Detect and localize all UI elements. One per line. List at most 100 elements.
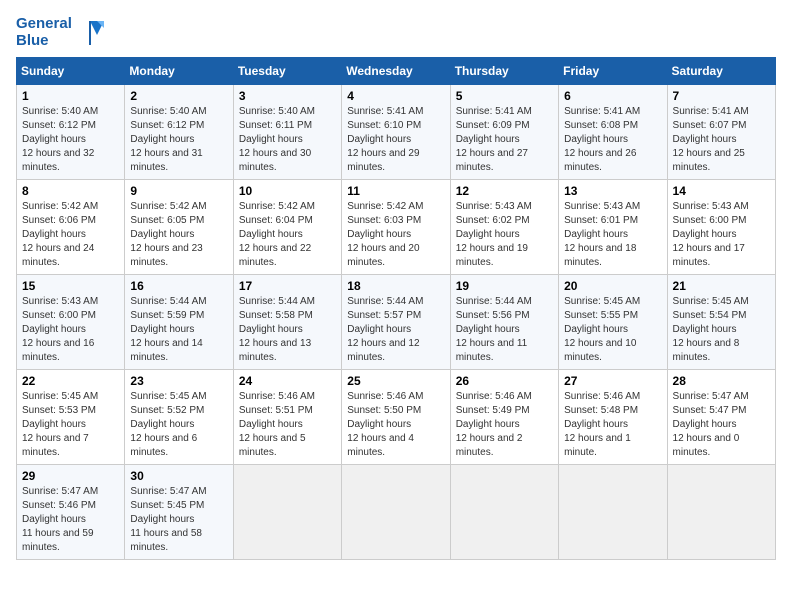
day-info: Sunrise: 5:41 AMSunset: 6:09 PMDaylight … xyxy=(456,106,532,173)
calendar-day-cell: 2 Sunrise: 5:40 AMSunset: 6:12 PMDayligh… xyxy=(125,85,233,180)
day-info: Sunrise: 5:46 AMSunset: 5:49 PMDaylight … xyxy=(456,391,532,458)
calendar-week-row: 8 Sunrise: 5:42 AMSunset: 6:06 PMDayligh… xyxy=(17,180,776,275)
calendar-day-cell: 15 Sunrise: 5:43 AMSunset: 6:00 PMDaylig… xyxy=(17,275,125,370)
day-info: Sunrise: 5:47 AMSunset: 5:46 PMDaylight … xyxy=(22,486,98,553)
day-info: Sunrise: 5:44 AMSunset: 5:56 PMDaylight … xyxy=(456,296,532,363)
calendar-day-cell: 12 Sunrise: 5:43 AMSunset: 6:02 PMDaylig… xyxy=(450,180,558,275)
calendar-day-cell: 6 Sunrise: 5:41 AMSunset: 6:08 PMDayligh… xyxy=(559,85,667,180)
calendar-day-cell xyxy=(342,465,450,560)
day-number: 14 xyxy=(673,184,770,198)
day-of-week-header: Friday xyxy=(559,58,667,85)
day-number: 25 xyxy=(347,374,444,388)
calendar-day-cell: 30 Sunrise: 5:47 AMSunset: 5:45 PMDaylig… xyxy=(125,465,233,560)
logo-wrapper: General Blue xyxy=(16,16,104,49)
calendar-day-cell: 21 Sunrise: 5:45 AMSunset: 5:54 PMDaylig… xyxy=(667,275,775,370)
day-info: Sunrise: 5:43 AMSunset: 6:01 PMDaylight … xyxy=(564,201,640,268)
day-info: Sunrise: 5:45 AMSunset: 5:54 PMDaylight … xyxy=(673,296,749,363)
calendar-day-cell: 24 Sunrise: 5:46 AMSunset: 5:51 PMDaylig… xyxy=(233,370,341,465)
day-of-week-header: Sunday xyxy=(17,58,125,85)
calendar-day-cell xyxy=(450,465,558,560)
day-number: 21 xyxy=(673,279,770,293)
calendar-day-cell: 25 Sunrise: 5:46 AMSunset: 5:50 PMDaylig… xyxy=(342,370,450,465)
day-number: 23 xyxy=(130,374,227,388)
day-number: 6 xyxy=(564,89,661,103)
day-number: 22 xyxy=(22,374,119,388)
day-info: Sunrise: 5:42 AMSunset: 6:05 PMDaylight … xyxy=(130,201,206,268)
day-info: Sunrise: 5:45 AMSunset: 5:52 PMDaylight … xyxy=(130,391,206,458)
day-info: Sunrise: 5:42 AMSunset: 6:04 PMDaylight … xyxy=(239,201,315,268)
day-info: Sunrise: 5:41 AMSunset: 6:08 PMDaylight … xyxy=(564,106,640,173)
day-number: 16 xyxy=(130,279,227,293)
day-info: Sunrise: 5:44 AMSunset: 5:58 PMDaylight … xyxy=(239,296,315,363)
day-info: Sunrise: 5:47 AMSunset: 5:45 PMDaylight … xyxy=(130,486,206,553)
calendar-day-cell: 5 Sunrise: 5:41 AMSunset: 6:09 PMDayligh… xyxy=(450,85,558,180)
calendar-day-cell: 11 Sunrise: 5:42 AMSunset: 6:03 PMDaylig… xyxy=(342,180,450,275)
calendar-day-cell: 18 Sunrise: 5:44 AMSunset: 5:57 PMDaylig… xyxy=(342,275,450,370)
calendar-day-cell: 20 Sunrise: 5:45 AMSunset: 5:55 PMDaylig… xyxy=(559,275,667,370)
calendar-day-cell: 7 Sunrise: 5:41 AMSunset: 6:07 PMDayligh… xyxy=(667,85,775,180)
day-info: Sunrise: 5:45 AMSunset: 5:55 PMDaylight … xyxy=(564,296,640,363)
calendar-day-cell: 16 Sunrise: 5:44 AMSunset: 5:59 PMDaylig… xyxy=(125,275,233,370)
day-info: Sunrise: 5:42 AMSunset: 6:03 PMDaylight … xyxy=(347,201,423,268)
calendar-week-row: 29 Sunrise: 5:47 AMSunset: 5:46 PMDaylig… xyxy=(17,465,776,560)
day-info: Sunrise: 5:40 AMSunset: 6:11 PMDaylight … xyxy=(239,106,315,173)
day-number: 29 xyxy=(22,469,119,483)
calendar-table: SundayMondayTuesdayWednesdayThursdayFrid… xyxy=(16,57,776,560)
day-of-week-header: Monday xyxy=(125,58,233,85)
day-number: 4 xyxy=(347,89,444,103)
day-number: 7 xyxy=(673,89,770,103)
day-number: 9 xyxy=(130,184,227,198)
page-header: General Blue xyxy=(16,16,776,49)
calendar-day-cell: 1 Sunrise: 5:40 AMSunset: 6:12 PMDayligh… xyxy=(17,85,125,180)
day-info: Sunrise: 5:41 AMSunset: 6:07 PMDaylight … xyxy=(673,106,749,173)
calendar-body: 1 Sunrise: 5:40 AMSunset: 6:12 PMDayligh… xyxy=(17,85,776,560)
day-number: 2 xyxy=(130,89,227,103)
days-of-week-row: SundayMondayTuesdayWednesdayThursdayFrid… xyxy=(17,58,776,85)
day-info: Sunrise: 5:40 AMSunset: 6:12 PMDaylight … xyxy=(22,106,98,173)
day-info: Sunrise: 5:42 AMSunset: 6:06 PMDaylight … xyxy=(22,201,98,268)
calendar-day-cell: 27 Sunrise: 5:46 AMSunset: 5:48 PMDaylig… xyxy=(559,370,667,465)
calendar-week-row: 22 Sunrise: 5:45 AMSunset: 5:53 PMDaylig… xyxy=(17,370,776,465)
day-info: Sunrise: 5:43 AMSunset: 6:02 PMDaylight … xyxy=(456,201,532,268)
day-info: Sunrise: 5:45 AMSunset: 5:53 PMDaylight … xyxy=(22,391,98,458)
day-of-week-header: Thursday xyxy=(450,58,558,85)
calendar-day-cell xyxy=(667,465,775,560)
day-number: 1 xyxy=(22,89,119,103)
day-number: 26 xyxy=(456,374,553,388)
day-info: Sunrise: 5:46 AMSunset: 5:50 PMDaylight … xyxy=(347,391,423,458)
day-of-week-header: Saturday xyxy=(667,58,775,85)
day-of-week-header: Wednesday xyxy=(342,58,450,85)
calendar-day-cell xyxy=(233,465,341,560)
day-info: Sunrise: 5:44 AMSunset: 5:57 PMDaylight … xyxy=(347,296,423,363)
day-info: Sunrise: 5:43 AMSunset: 6:00 PMDaylight … xyxy=(22,296,98,363)
day-number: 13 xyxy=(564,184,661,198)
calendar-day-cell: 19 Sunrise: 5:44 AMSunset: 5:56 PMDaylig… xyxy=(450,275,558,370)
day-number: 20 xyxy=(564,279,661,293)
day-number: 27 xyxy=(564,374,661,388)
calendar-day-cell: 4 Sunrise: 5:41 AMSunset: 6:10 PMDayligh… xyxy=(342,85,450,180)
day-number: 3 xyxy=(239,89,336,103)
logo: General Blue xyxy=(16,16,104,49)
day-number: 28 xyxy=(673,374,770,388)
logo-text: General Blue xyxy=(16,16,72,49)
day-number: 30 xyxy=(130,469,227,483)
calendar-day-cell: 26 Sunrise: 5:46 AMSunset: 5:49 PMDaylig… xyxy=(450,370,558,465)
calendar-day-cell: 10 Sunrise: 5:42 AMSunset: 6:04 PMDaylig… xyxy=(233,180,341,275)
calendar-day-cell: 28 Sunrise: 5:47 AMSunset: 5:47 PMDaylig… xyxy=(667,370,775,465)
calendar-day-cell: 8 Sunrise: 5:42 AMSunset: 6:06 PMDayligh… xyxy=(17,180,125,275)
day-of-week-header: Tuesday xyxy=(233,58,341,85)
day-number: 8 xyxy=(22,184,119,198)
day-number: 11 xyxy=(347,184,444,198)
day-number: 19 xyxy=(456,279,553,293)
day-info: Sunrise: 5:40 AMSunset: 6:12 PMDaylight … xyxy=(130,106,206,173)
calendar-day-cell: 29 Sunrise: 5:47 AMSunset: 5:46 PMDaylig… xyxy=(17,465,125,560)
calendar-day-cell: 23 Sunrise: 5:45 AMSunset: 5:52 PMDaylig… xyxy=(125,370,233,465)
day-number: 24 xyxy=(239,374,336,388)
calendar-day-cell: 3 Sunrise: 5:40 AMSunset: 6:11 PMDayligh… xyxy=(233,85,341,180)
day-info: Sunrise: 5:43 AMSunset: 6:00 PMDaylight … xyxy=(673,201,749,268)
calendar-day-cell: 9 Sunrise: 5:42 AMSunset: 6:05 PMDayligh… xyxy=(125,180,233,275)
calendar-day-cell: 17 Sunrise: 5:44 AMSunset: 5:58 PMDaylig… xyxy=(233,275,341,370)
day-info: Sunrise: 5:46 AMSunset: 5:48 PMDaylight … xyxy=(564,391,640,458)
day-number: 17 xyxy=(239,279,336,293)
calendar-day-cell xyxy=(559,465,667,560)
